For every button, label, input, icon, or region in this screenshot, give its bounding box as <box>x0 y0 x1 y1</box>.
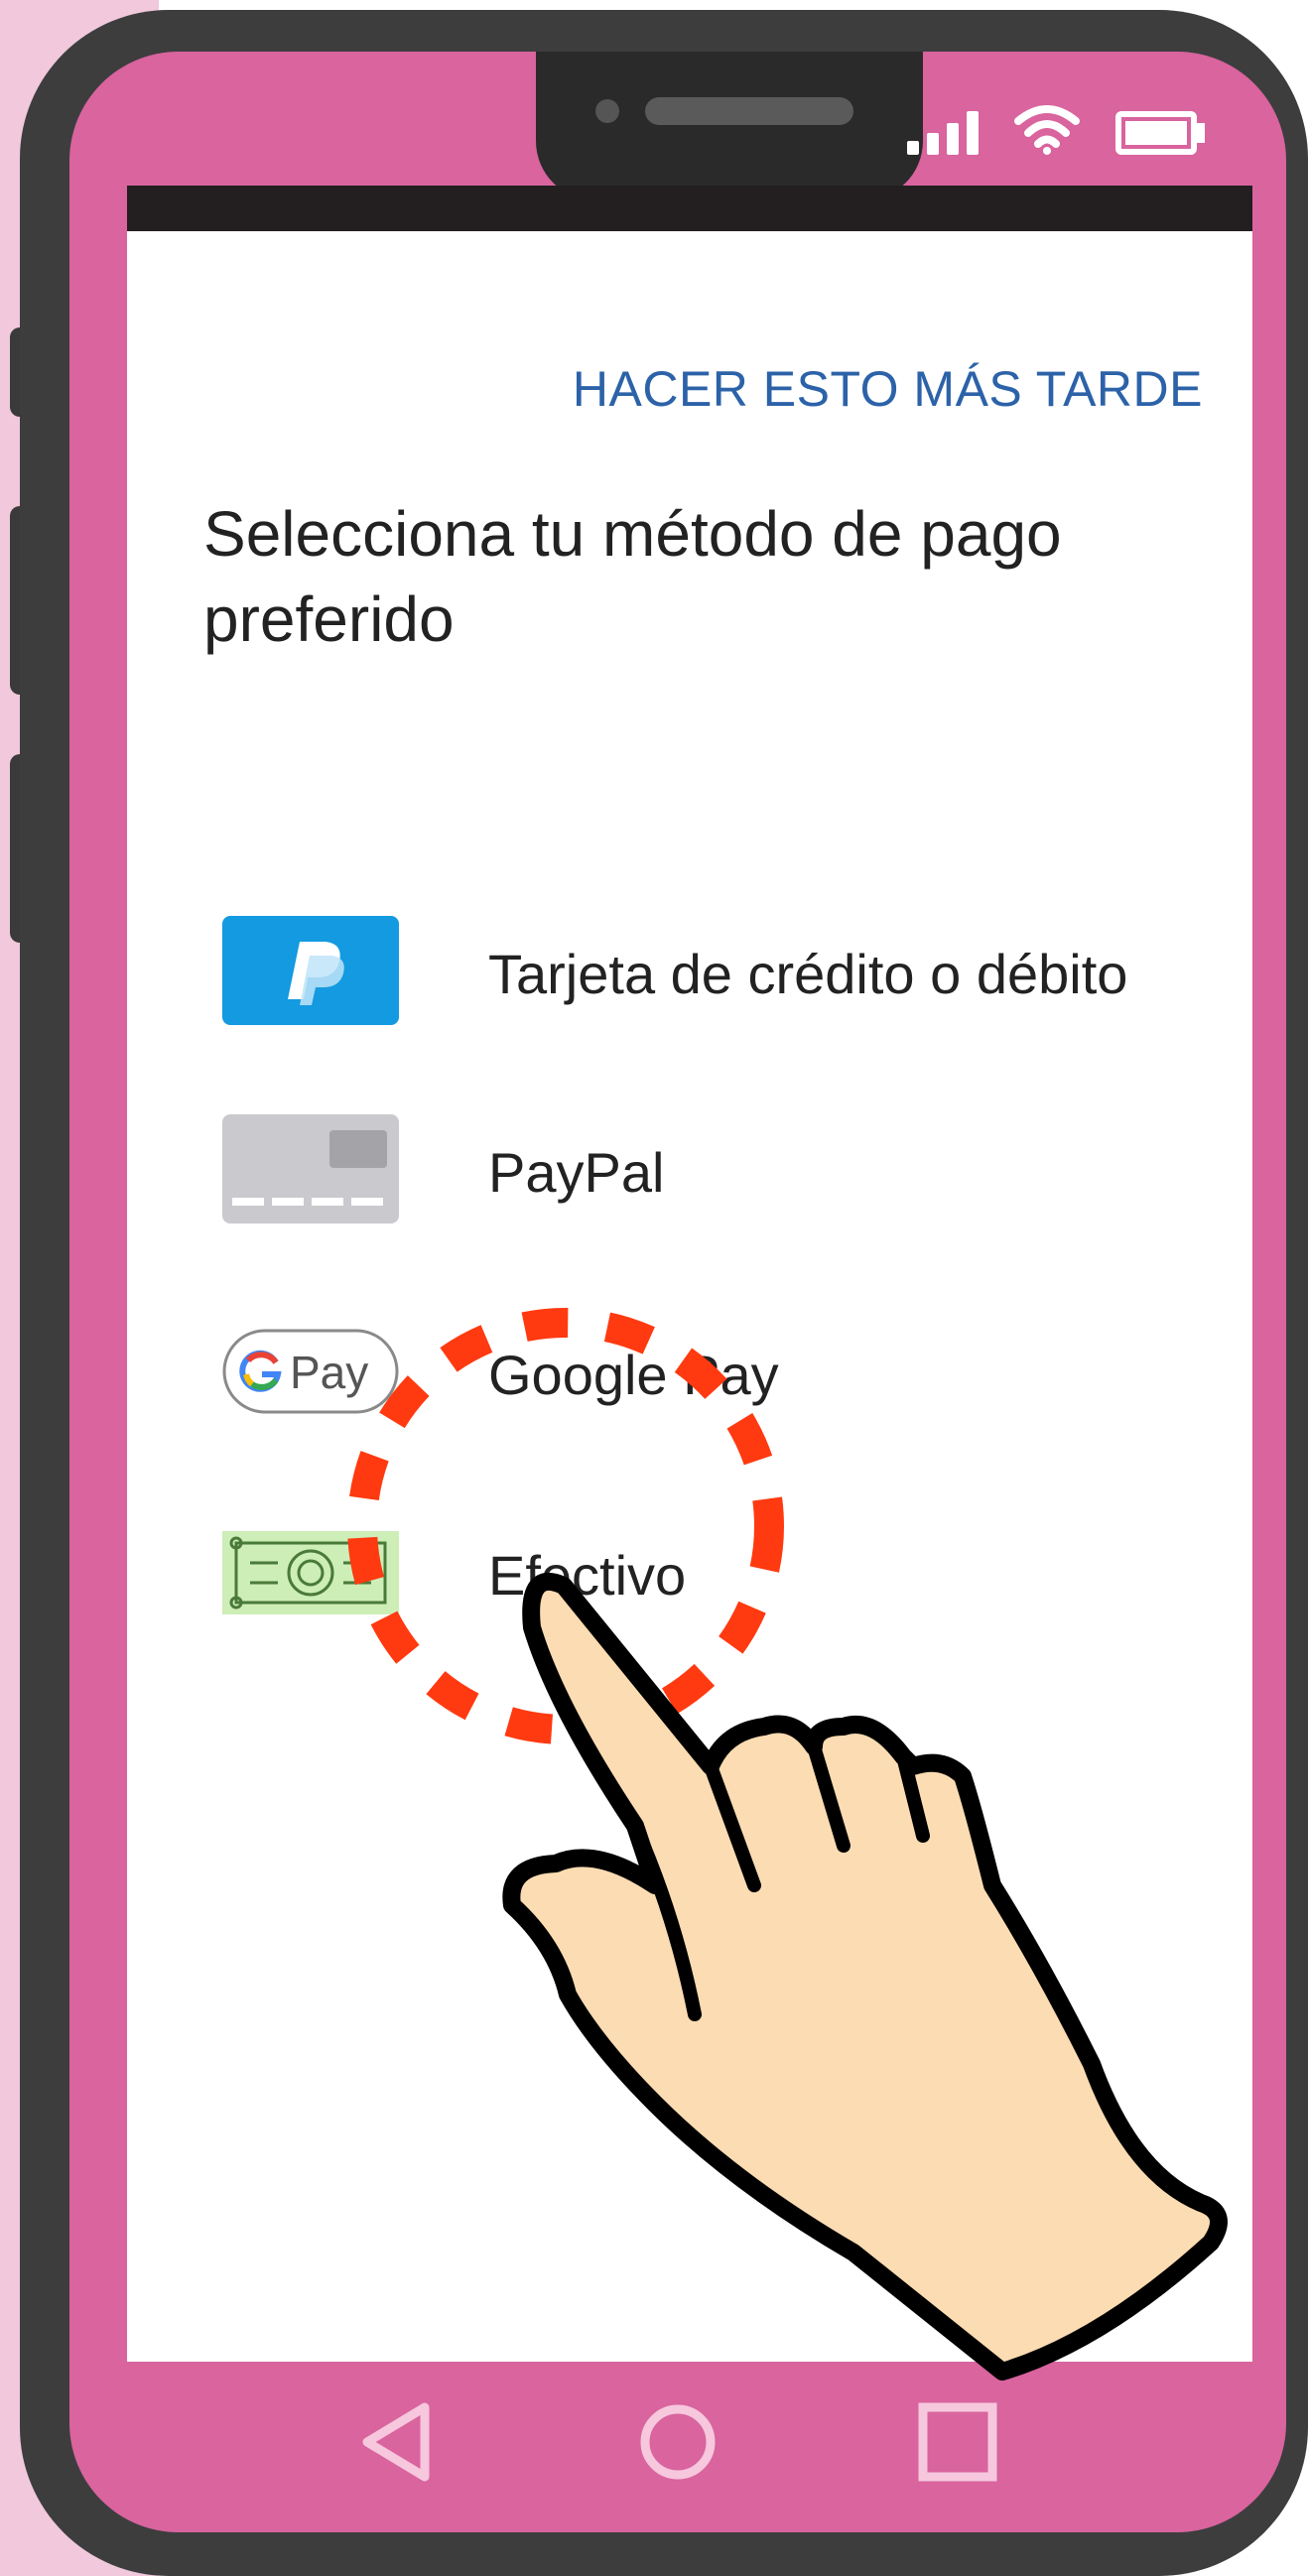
status-bar <box>907 103 1205 155</box>
banknote-icon <box>222 1531 399 1614</box>
option-label: PayPal <box>488 1141 665 1204</box>
payment-option-paypal[interactable]: PayPal <box>222 1114 1215 1224</box>
battery-icon <box>1115 111 1205 155</box>
paypal-logo-icon <box>222 916 399 1025</box>
option-label: Tarjeta de crédito o débito <box>488 943 1128 1005</box>
wifi-icon <box>1014 105 1080 155</box>
recent-apps-icon[interactable] <box>915 2399 1000 2485</box>
credit-card-icon <box>222 1114 399 1224</box>
navigation-bar <box>69 2354 1286 2532</box>
home-icon[interactable] <box>635 2399 720 2485</box>
signal-icon <box>907 107 979 155</box>
app-screen: HACER ESTO MÁS TARDE Selecciona tu métod… <box>127 231 1252 2362</box>
notch <box>536 52 923 200</box>
later-link[interactable]: HACER ESTO MÁS TARDE <box>573 360 1203 418</box>
payment-option-cash[interactable]: Efectivo <box>222 1517 1215 1626</box>
option-label: Google Pay <box>488 1344 779 1406</box>
payment-option-card[interactable]: Tarjeta de crédito o débito <box>222 916 1215 1025</box>
google-pay-icon-text: Pay <box>290 1347 368 1398</box>
phone-body: HACER ESTO MÁS TARDE Selecciona tu métod… <box>69 52 1286 2532</box>
option-label: Efectivo <box>488 1544 687 1607</box>
speaker-grille <box>645 97 853 125</box>
camera-icon <box>595 99 619 123</box>
payment-option-google-pay[interactable]: Pay Google Pay <box>222 1317 1215 1426</box>
page-title: Selecciona tu método de pago preferido <box>203 498 1062 655</box>
back-icon[interactable] <box>357 2399 433 2485</box>
google-pay-icon: Pay <box>222 1329 399 1414</box>
app-bar <box>127 186 1252 231</box>
phone-frame: HACER ESTO MÁS TARDE Selecciona tu métod… <box>20 10 1308 2576</box>
